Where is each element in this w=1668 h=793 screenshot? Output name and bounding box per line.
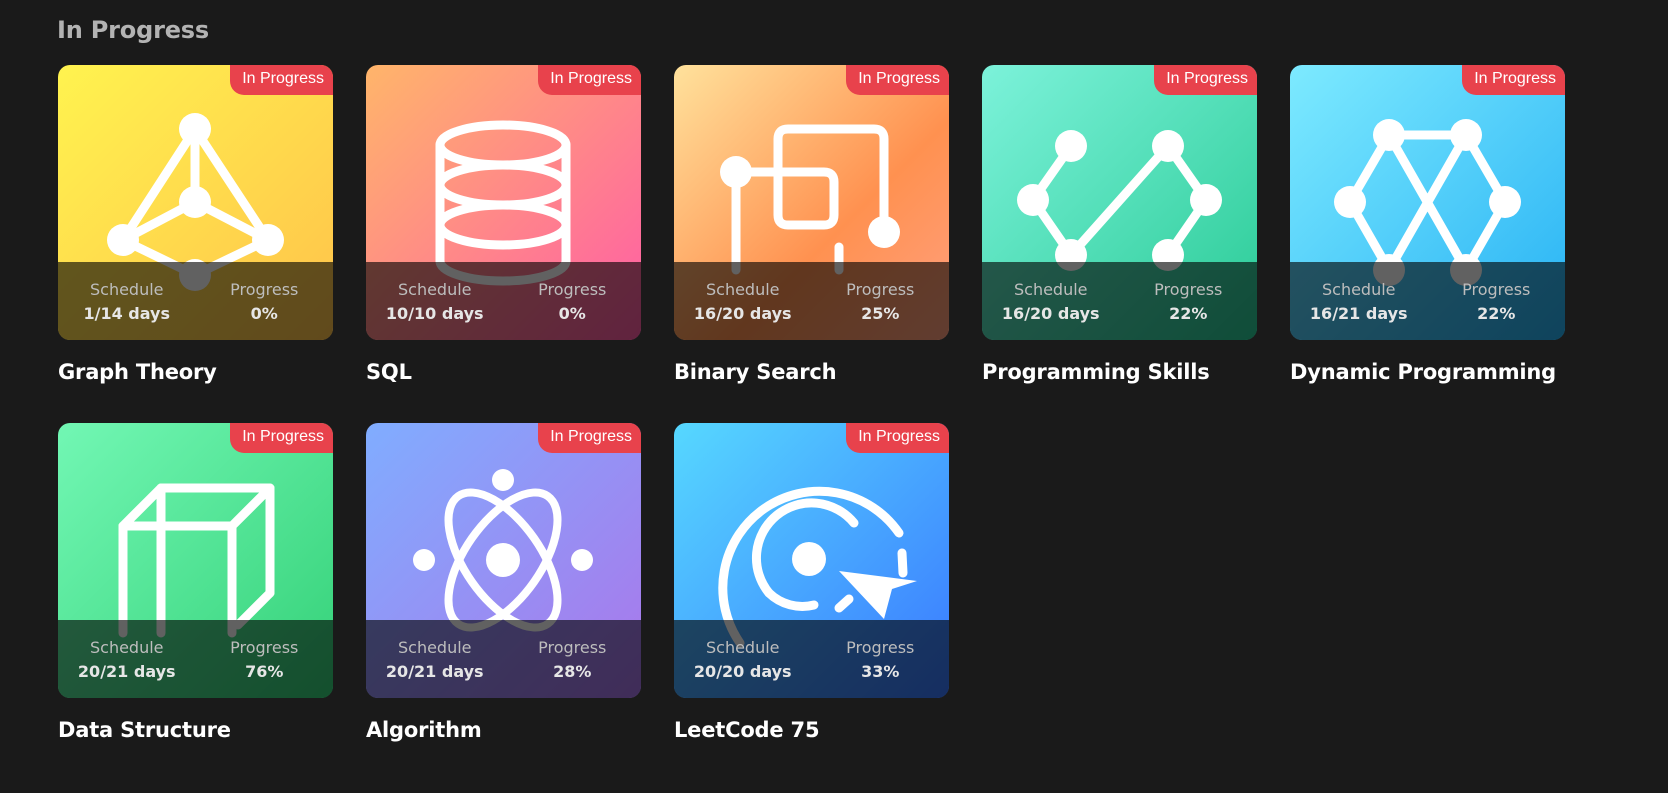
plan-stats: Schedule 10/10 days Progress 0% (366, 262, 641, 340)
plan-name[interactable]: Binary Search (674, 360, 949, 384)
progress-value: 33% (861, 662, 900, 681)
plan-card[interactable]: In Progress Schedule 16/21 days Progress… (1290, 65, 1565, 340)
schedule-label: Schedule (705, 280, 780, 299)
plan-card[interactable]: In Progress Schedule 10/10 days Progress… (366, 65, 641, 340)
plan-stats: Schedule 20/20 days Progress 33% (674, 620, 949, 698)
status-badge: In Progress (230, 423, 333, 453)
plan-card[interactable]: In Progress Schedule 1/14 days Progress … (58, 65, 333, 340)
progress-value: 0% (250, 304, 278, 323)
progress-stat: Progress 22% (1120, 262, 1258, 340)
progress-value: 0% (558, 304, 586, 323)
progress-label: Progress (230, 638, 299, 657)
status-badge: In Progress (230, 65, 333, 95)
progress-stat: Progress 76% (196, 620, 334, 698)
plan-card[interactable]: In Progress Schedule 16/20 days Progress… (982, 65, 1257, 340)
plan-card[interactable]: In Progress Schedule 20/21 days Progress… (366, 423, 641, 698)
schedule-value: 16/21 days (1309, 304, 1408, 323)
schedule-stat: Schedule 16/20 days (982, 262, 1120, 340)
progress-label: Progress (1154, 280, 1223, 299)
schedule-label: Schedule (705, 638, 780, 657)
schedule-label: Schedule (397, 638, 472, 657)
plan-name[interactable]: SQL (366, 360, 641, 384)
progress-value: 22% (1169, 304, 1208, 323)
status-badge: In Progress (538, 65, 641, 95)
progress-label: Progress (538, 280, 607, 299)
plan-card[interactable]: In Progress Schedule 20/20 days Progress… (674, 423, 949, 698)
progress-stat: Progress 0% (504, 262, 642, 340)
plan-name[interactable]: Data Structure (58, 718, 333, 742)
schedule-label: Schedule (397, 280, 472, 299)
schedule-value: 20/21 days (385, 662, 484, 681)
schedule-label: Schedule (1321, 280, 1396, 299)
schedule-value: 20/21 days (77, 662, 176, 681)
schedule-label: Schedule (89, 638, 164, 657)
progress-label: Progress (538, 638, 607, 657)
progress-stat: Progress 33% (812, 620, 950, 698)
plan-card[interactable]: In Progress Schedule 20/21 days Progress… (58, 423, 333, 698)
schedule-value: 16/20 days (1001, 304, 1100, 323)
study-plan-data-structure[interactable]: In Progress Schedule 20/21 days Progress… (58, 423, 333, 742)
schedule-value: 16/20 days (693, 304, 792, 323)
plan-stats: Schedule 1/14 days Progress 0% (58, 262, 333, 340)
progress-label: Progress (1462, 280, 1531, 299)
study-plan-graph-theory[interactable]: In Progress Schedule 1/14 days Progress … (58, 65, 333, 384)
study-plan-dynamic-programming[interactable]: In Progress Schedule 16/21 days Progress… (1290, 65, 1565, 384)
progress-stat: Progress 0% (196, 262, 334, 340)
progress-stat: Progress 25% (812, 262, 950, 340)
study-plan-leetcode-75[interactable]: In Progress Schedule 20/20 days Progress… (674, 423, 949, 742)
study-plan-algorithm[interactable]: In Progress Schedule 20/21 days Progress… (366, 423, 641, 742)
plan-stats: Schedule 16/21 days Progress 22% (1290, 262, 1565, 340)
schedule-label: Schedule (1013, 280, 1088, 299)
plan-name[interactable]: Algorithm (366, 718, 641, 742)
plan-stats: Schedule 20/21 days Progress 28% (366, 620, 641, 698)
progress-label: Progress (230, 280, 299, 299)
plan-stats: Schedule 16/20 days Progress 25% (674, 262, 949, 340)
section-title: In Progress (57, 16, 209, 44)
progress-value: 28% (553, 662, 592, 681)
schedule-value: 10/10 days (385, 304, 484, 323)
schedule-stat: Schedule 1/14 days (58, 262, 196, 340)
plan-name[interactable]: LeetCode 75 (674, 718, 949, 742)
plan-card[interactable]: In Progress Schedule 16/20 days Progress… (674, 65, 949, 340)
plan-stats: Schedule 16/20 days Progress 22% (982, 262, 1257, 340)
schedule-label: Schedule (89, 280, 164, 299)
schedule-stat: Schedule 20/20 days (674, 620, 812, 698)
schedule-value: 1/14 days (83, 304, 171, 323)
plan-stats: Schedule 20/21 days Progress 76% (58, 620, 333, 698)
progress-value: 22% (1477, 304, 1516, 323)
study-plan-sql[interactable]: In Progress Schedule 10/10 days Progress… (366, 65, 641, 384)
schedule-value: 20/20 days (693, 662, 792, 681)
study-plan-binary-search[interactable]: In Progress Schedule 16/20 days Progress… (674, 65, 949, 384)
schedule-stat: Schedule 16/21 days (1290, 262, 1428, 340)
schedule-stat: Schedule 20/21 days (366, 620, 504, 698)
progress-value: 76% (245, 662, 284, 681)
status-badge: In Progress (1154, 65, 1257, 95)
plan-name[interactable]: Dynamic Programming (1290, 360, 1565, 384)
schedule-stat: Schedule 10/10 days (366, 262, 504, 340)
progress-stat: Progress 22% (1428, 262, 1566, 340)
plan-name[interactable]: Programming Skills (982, 360, 1257, 384)
schedule-stat: Schedule 20/21 days (58, 620, 196, 698)
status-badge: In Progress (538, 423, 641, 453)
progress-stat: Progress 28% (504, 620, 642, 698)
plan-name[interactable]: Graph Theory (58, 360, 333, 384)
study-plan-programming-skills[interactable]: In Progress Schedule 16/20 days Progress… (982, 65, 1257, 384)
progress-label: Progress (846, 280, 915, 299)
progress-value: 25% (861, 304, 900, 323)
progress-label: Progress (846, 638, 915, 657)
status-badge: In Progress (846, 423, 949, 453)
status-badge: In Progress (846, 65, 949, 95)
status-badge: In Progress (1462, 65, 1565, 95)
schedule-stat: Schedule 16/20 days (674, 262, 812, 340)
